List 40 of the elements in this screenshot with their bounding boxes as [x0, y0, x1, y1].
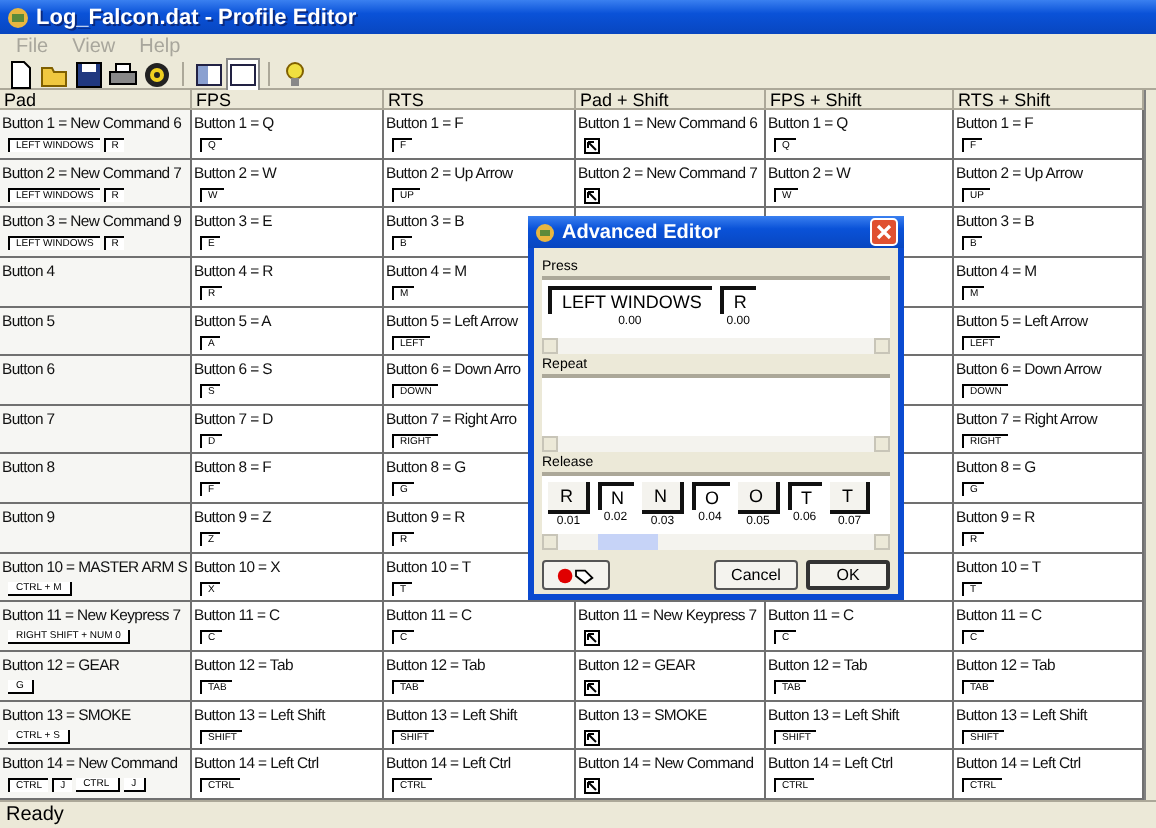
key-button[interactable]: R	[548, 482, 589, 514]
lightbulb-icon[interactable]	[280, 59, 310, 89]
column-header[interactable]: FPS	[192, 90, 384, 110]
record-icon	[556, 565, 596, 585]
macro-icon	[584, 729, 600, 746]
column-header[interactable]: FPS + Shift	[766, 90, 954, 110]
column-header[interactable]: Pad + Shift	[576, 90, 766, 110]
record-button[interactable]	[542, 560, 610, 590]
key-button[interactable]: T	[830, 482, 870, 514]
app-icon	[534, 221, 556, 243]
key-button[interactable]: O	[737, 482, 780, 514]
macro-icon	[584, 187, 600, 204]
ok-button[interactable]: OK	[806, 560, 890, 590]
horizontal-scrollbar[interactable]	[542, 338, 890, 354]
column-header[interactable]: RTS + Shift	[954, 90, 1144, 110]
window-title: Log_Falcon.dat - Profile Editor	[36, 5, 357, 29]
close-icon[interactable]	[870, 218, 898, 246]
key-tag[interactable]: O	[691, 482, 730, 510]
dialog-title: Advanced Editor	[562, 221, 723, 243]
target-icon[interactable]	[142, 59, 172, 89]
key-button[interactable]: N	[642, 482, 683, 514]
key-tag[interactable]: LEFT WINDOWS	[548, 286, 712, 314]
macro-icon	[584, 680, 600, 697]
key-tag[interactable]: T	[787, 482, 823, 510]
macro-icon	[584, 138, 600, 154]
status-bar: Ready	[0, 800, 1156, 828]
save-icon[interactable]	[74, 59, 104, 89]
column-header[interactable]: Pad	[0, 90, 192, 110]
printer-icon[interactable]	[108, 59, 138, 89]
key-tag[interactable]: R	[719, 286, 757, 314]
single-view-icon[interactable]	[228, 59, 258, 89]
column-header[interactable]: RTS	[384, 90, 576, 110]
macro-icon	[584, 778, 600, 795]
key-tag[interactable]: N	[597, 482, 634, 510]
app-icon	[6, 5, 30, 29]
macro-icon	[584, 630, 600, 647]
horizontal-scrollbar[interactable]	[542, 534, 890, 550]
cancel-button[interactable]: Cancel	[714, 560, 798, 590]
split-view-icon[interactable]	[194, 59, 224, 89]
horizontal-scrollbar[interactable]	[542, 436, 890, 452]
